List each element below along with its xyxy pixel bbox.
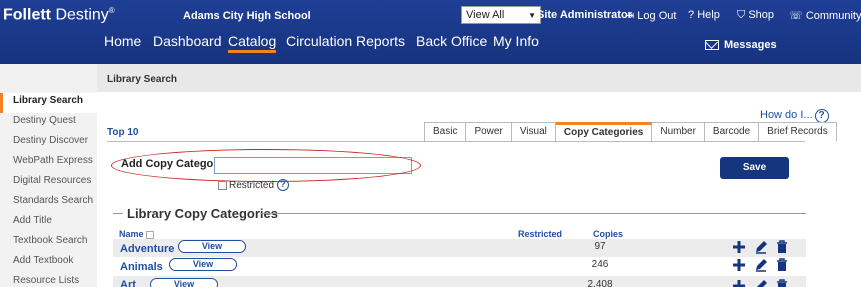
dropdown-arrow-icon: ▼	[528, 10, 536, 20]
breadcrumb-bar	[97, 64, 861, 92]
nav-my-info[interactable]: My Info	[493, 33, 539, 49]
sidebar-item-destiny-quest[interactable]: Destiny Quest	[0, 113, 97, 133]
table-row: Adventure View 97	[113, 239, 806, 257]
column-header-restricted: Restricted	[518, 229, 563, 239]
view-select-value: View All	[466, 9, 505, 21]
copies-count: 97	[594, 241, 606, 252]
top10-link[interactable]: Top 10	[107, 127, 138, 138]
nav-back-office[interactable]: Back Office	[416, 33, 487, 49]
sidebar-item-resource-lists[interactable]: Resource Lists	[0, 273, 97, 287]
add-icon[interactable]	[732, 279, 746, 287]
user-name: Site Administrator	[537, 9, 632, 21]
envelope-icon	[705, 40, 719, 51]
edit-icon[interactable]	[754, 258, 768, 272]
table-row: Animals View 246	[113, 257, 806, 275]
sidebar-item-webpath-express[interactable]: WebPath Express	[0, 153, 97, 173]
nav-reports[interactable]: Reports	[356, 33, 405, 49]
category-name-link[interactable]: Adventure	[120, 243, 174, 255]
edit-icon[interactable]	[754, 279, 768, 287]
sidebar-item-digital-resources[interactable]: Digital Resources	[0, 173, 97, 193]
highlight-ellipse	[111, 149, 421, 182]
tab-copy-categories[interactable]: Copy Categories	[555, 122, 653, 141]
tab-power[interactable]: Power	[466, 122, 512, 141]
view-all-select[interactable]: View All ▼	[461, 6, 541, 24]
breadcrumb: Library Search	[107, 74, 178, 85]
sidebar-item-textbook-search[interactable]: Textbook Search	[0, 233, 97, 253]
column-header-copies: Copies	[593, 229, 624, 239]
logout-icon: ⇥	[625, 10, 635, 22]
help-circle-icon: ?	[814, 109, 829, 123]
how-do-i-label: How do I...	[760, 109, 813, 121]
column-name-label: Name	[119, 229, 144, 239]
edit-icon[interactable]	[754, 240, 768, 254]
brand-registered-mark: ®	[108, 6, 115, 15]
view-button[interactable]: View	[150, 278, 218, 287]
sidebar-item-standards-search[interactable]: Standards Search	[0, 193, 97, 213]
messages-label: Messages	[724, 39, 777, 51]
logo-spacer	[0, 64, 97, 92]
nav-dashboard[interactable]: Dashboard	[153, 33, 222, 49]
tab-basic[interactable]: Basic	[424, 122, 467, 141]
sidebar-item-library-search[interactable]: Library Search	[0, 93, 97, 113]
nav-catalog[interactable]: Catalog	[228, 33, 277, 53]
brand-logo[interactable]: Follett Destiny®	[3, 6, 115, 24]
brand-name: Follett	[3, 6, 51, 24]
view-button[interactable]: View	[169, 258, 237, 271]
help-link[interactable]: ? Help	[688, 9, 720, 21]
community-icon: ☏	[789, 10, 803, 22]
nav-home[interactable]: Home	[104, 33, 141, 49]
sidebar-item-destiny-discover[interactable]: Destiny Discover	[0, 133, 97, 153]
nav-circulation[interactable]: Circulation	[286, 33, 352, 49]
delete-icon[interactable]	[775, 258, 789, 272]
copies-count: 246	[591, 259, 609, 270]
school-name: Adams City High School	[183, 10, 311, 22]
shop-label: Shop	[748, 9, 775, 21]
help-label: Help	[697, 9, 720, 21]
how-do-i-link[interactable]: How do I...?	[760, 109, 829, 123]
tab-divider	[107, 141, 805, 142]
tab-barcode[interactable]: Barcode	[704, 122, 760, 141]
community-link[interactable]: ☏ Community	[789, 9, 861, 22]
logout-label: Log Out	[637, 10, 677, 22]
table-row: Art View 2,408	[113, 276, 806, 287]
restricted-checkbox[interactable]	[218, 180, 227, 190]
search-tabs: Basic Power Visual Copy Categories Numbe…	[424, 122, 837, 141]
delete-icon[interactable]	[775, 279, 789, 287]
brand-product: Destiny	[51, 6, 109, 24]
logout-link[interactable]: ⇥ Log Out	[625, 9, 676, 22]
shop-link[interactable]: ⛉ Shop	[737, 9, 774, 22]
add-icon[interactable]	[732, 240, 746, 254]
column-header-name[interactable]: Name	[119, 229, 154, 239]
sidebar-item-add-textbook[interactable]: Add Textbook	[0, 253, 97, 273]
cart-icon: ⛉	[737, 9, 746, 21]
delete-icon[interactable]	[775, 240, 789, 254]
copies-count: 2,408	[587, 279, 613, 287]
add-icon[interactable]	[732, 258, 746, 272]
tab-brief-records[interactable]: Brief Records	[759, 122, 837, 141]
section-divider-left	[113, 213, 123, 214]
restricted-option[interactable]: Restricted?	[218, 179, 290, 191]
tab-visual[interactable]: Visual	[511, 122, 556, 141]
community-label: Community	[805, 10, 861, 22]
messages-link[interactable]: Messages	[705, 39, 777, 51]
section-divider-right	[261, 213, 806, 214]
category-name-link[interactable]: Animals	[120, 261, 163, 273]
sort-icon[interactable]	[145, 230, 154, 239]
save-button[interactable]: Save	[720, 157, 789, 179]
sidebar-item-add-title[interactable]: Add Title	[0, 213, 97, 233]
section-title: Library Copy Categories	[127, 206, 278, 221]
view-button[interactable]: View	[178, 240, 246, 253]
help-circle-icon[interactable]: ?	[277, 179, 290, 191]
help-icon: ?	[688, 9, 695, 21]
tab-number[interactable]: Number	[652, 122, 705, 141]
category-name-link[interactable]: Art	[120, 279, 136, 287]
restricted-label: Restricted	[229, 179, 275, 191]
top-header: Follett Destiny® Adams City High School …	[0, 0, 861, 64]
